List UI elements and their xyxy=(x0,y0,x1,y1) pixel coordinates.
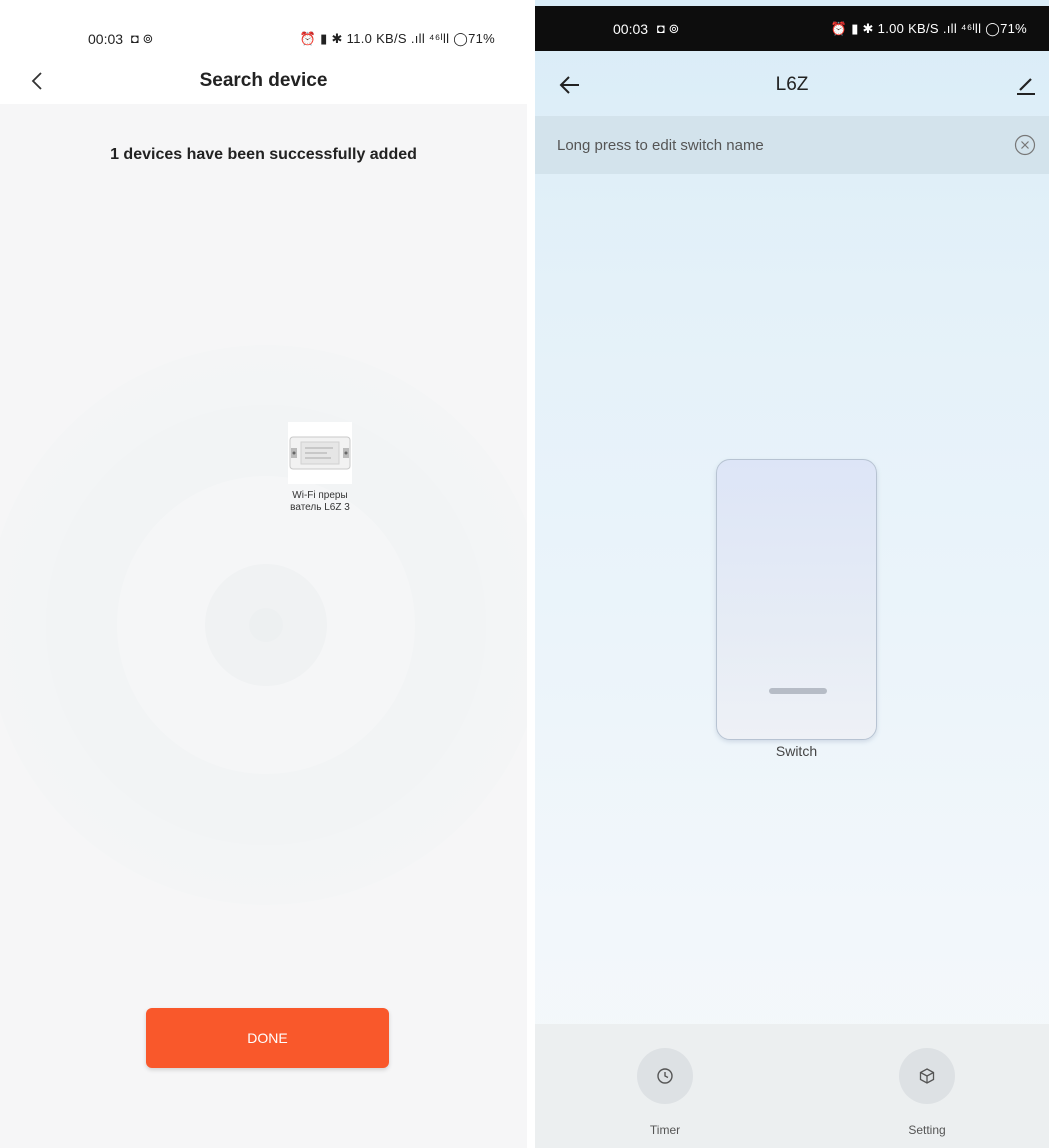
setting-button[interactable]: Setting xyxy=(887,1048,967,1137)
bottom-action-bar: Timer Setting xyxy=(535,1024,1049,1148)
close-circle-icon xyxy=(1014,134,1036,156)
status-time: 00:03 xyxy=(88,31,124,47)
status-bar: 00:03 ◘ ⊚ ⏰ ▮ ✱ 1.00 KB/S .ıll ⁴⁶ᴵll ◯71… xyxy=(535,6,1049,51)
radar-center xyxy=(249,608,283,642)
edit-button[interactable] xyxy=(1011,70,1041,100)
header: Search device xyxy=(0,56,527,104)
hint-banner: Long press to edit switch name xyxy=(535,116,1049,174)
device-title: L6Z xyxy=(775,74,809,95)
hint-text: Long press to edit switch name xyxy=(557,137,764,154)
status-indicators: ⏰ ▮ ✱ 1.00 KB/S .ıll ⁴⁶ᴵll ◯71% xyxy=(830,21,1027,36)
timer-label: Timer xyxy=(649,1123,681,1137)
edit-pencil-icon xyxy=(1017,78,1035,95)
status-notification-icons: ◘ ⊚ xyxy=(657,21,680,36)
device-control-screen: 00:03 ◘ ⊚ ⏰ ▮ ✱ 1.00 KB/S .ıll ⁴⁶ᴵll ◯71… xyxy=(535,0,1049,1148)
search-device-screen: 00:03 ◘ ⊚ ⏰ ▮ ✱ 11.0 KB/S .ıll ⁴⁶ᴵll ◯71… xyxy=(0,0,527,1148)
device-thumbnail xyxy=(288,422,352,484)
setting-label: Setting xyxy=(908,1123,946,1137)
status-time: 00:03 xyxy=(613,21,649,37)
switch-label: Switch xyxy=(775,743,818,759)
smart-switch-device-icon xyxy=(289,436,351,470)
found-device[interactable]: Wi-Fi преры ватель L6Z 3 xyxy=(280,422,360,514)
page-title: Search device xyxy=(199,70,328,91)
hint-close-button[interactable] xyxy=(1013,133,1037,157)
status-indicators: ⏰ ▮ ✱ 11.0 KB/S .ıll ⁴⁶ᴵll ◯71% xyxy=(299,31,495,46)
setting-button-circle xyxy=(899,1048,955,1104)
device-name-line-2: ватель L6Z 3 xyxy=(290,502,350,513)
success-message: 1 devices have been successfully added xyxy=(110,146,417,163)
clock-icon xyxy=(657,1068,673,1084)
app-root: 00:03 ◘ ⊚ ⏰ ▮ ✱ 11.0 KB/S .ıll ⁴⁶ᴵll ◯71… xyxy=(0,0,1049,1148)
cube-icon xyxy=(919,1068,935,1084)
timer-button[interactable]: Timer xyxy=(625,1048,705,1137)
status-bar: 00:03 ◘ ⊚ ⏰ ▮ ✱ 11.0 KB/S .ıll ⁴⁶ᴵll ◯71… xyxy=(0,0,527,56)
panel-divider xyxy=(527,0,535,1148)
device-name-line-1: Wi-Fi преры xyxy=(292,490,348,501)
status-notification-icons: ◘ ⊚ xyxy=(131,31,154,46)
switch-toggle[interactable] xyxy=(716,459,877,740)
done-button[interactable]: DONE xyxy=(146,1008,389,1068)
timer-button-circle xyxy=(637,1048,693,1104)
device-name: Wi-Fi преры ватель L6Z 3 xyxy=(280,490,360,514)
switch-indicator xyxy=(769,688,827,694)
